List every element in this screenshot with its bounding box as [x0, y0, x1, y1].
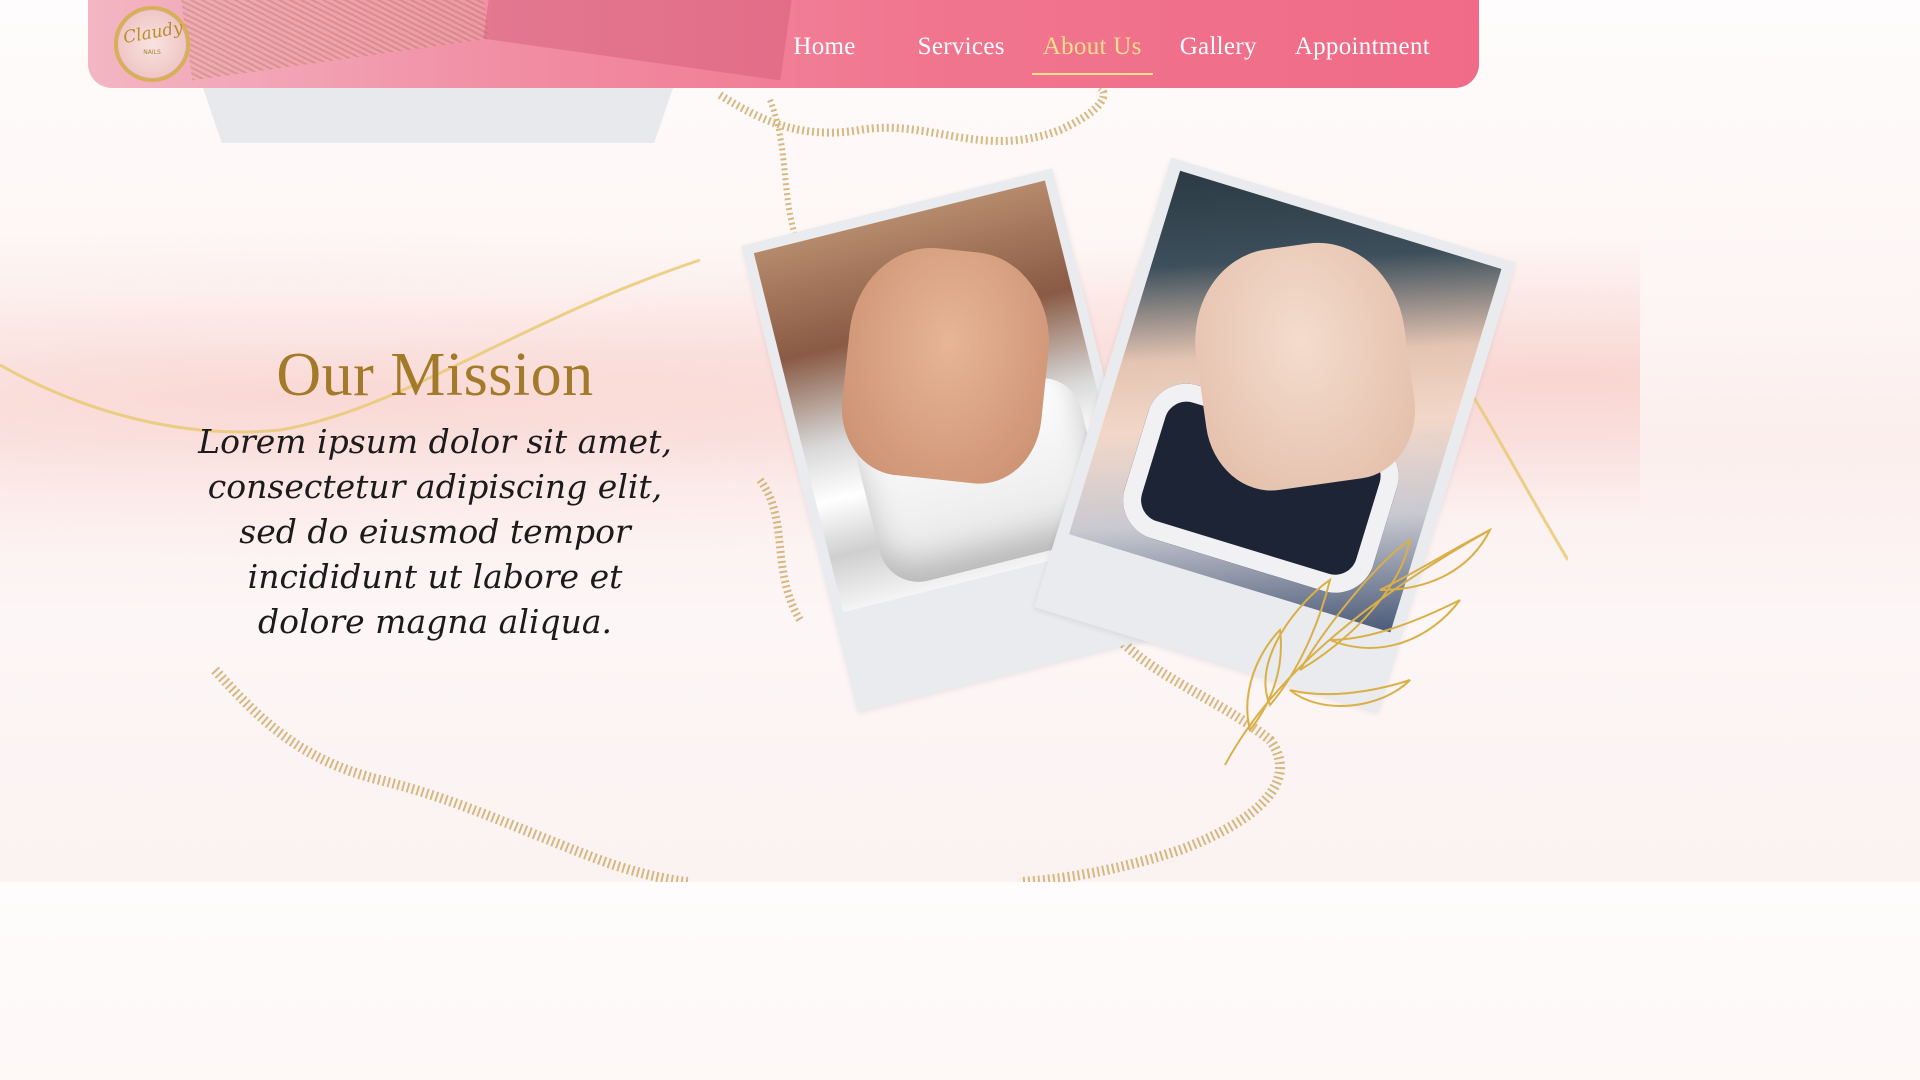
gold-leaf-icon [1224, 527, 1493, 766]
leaf-layer [1224, 527, 1493, 766]
